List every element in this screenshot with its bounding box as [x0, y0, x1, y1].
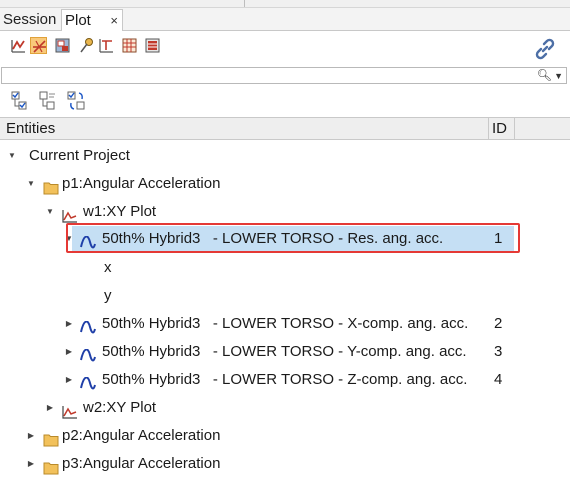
- panel-tab-strip: Session Plot ×: [0, 0, 570, 31]
- tree-node-p1[interactable]: ▼ p1:Angular Acceleration: [0, 170, 570, 198]
- tree-node-y[interactable]: y: [0, 282, 570, 310]
- column-separator[interactable]: [514, 118, 515, 139]
- measure-icon[interactable]: [98, 37, 115, 54]
- tree-toolbar: [0, 86, 570, 116]
- pin-icon[interactable]: [78, 37, 95, 54]
- tree-node-label: y: [104, 287, 112, 304]
- top-splitter[interactable]: [0, 0, 570, 8]
- tree-node-label: p2:Angular Acceleration: [62, 427, 221, 444]
- folder-icon: [43, 457, 59, 475]
- collapsed-arrow-icon[interactable]: ▶: [64, 366, 74, 394]
- collapsed-arrow-icon[interactable]: ▶: [26, 422, 36, 450]
- tab-session[interactable]: Session: [0, 9, 61, 31]
- tab-plot[interactable]: Plot ×: [61, 9, 123, 31]
- annotation-highlight-box: [66, 223, 520, 253]
- folder-icon: [43, 177, 59, 195]
- tree-node-label: 50th% Hybrid3 - LOWER TORSO - Z-comp. an…: [102, 371, 468, 388]
- header-entities[interactable]: Entities: [6, 120, 55, 137]
- reverse-check-icon[interactable]: [66, 90, 86, 112]
- curve-id: 2: [494, 315, 503, 332]
- tree-header: Entities ID: [0, 117, 570, 140]
- check-all-icon[interactable]: [10, 90, 30, 112]
- tree-node-label: p1:Angular Acceleration: [62, 175, 221, 192]
- tree-node-label: 50th% Hybrid3 - LOWER TORSO - X-comp. an…: [102, 315, 469, 332]
- expand-arrow-icon[interactable]: ▼: [45, 198, 55, 226]
- tab-session-label: Session: [3, 11, 57, 28]
- folder-icon: [43, 429, 59, 447]
- expand-arrow-icon[interactable]: ▼: [7, 142, 17, 170]
- tree-node-curve-3[interactable]: ▶ 50th% Hybrid3 - LOWER TORSO - Y-comp. …: [0, 338, 570, 366]
- search-icon[interactable]: 🔍︎: [537, 68, 552, 83]
- tree-node-label: Current Project: [29, 147, 130, 164]
- link-icon[interactable]: [533, 37, 557, 61]
- tree-node-current-project[interactable]: ▼ Current Project: [0, 142, 570, 170]
- splitter-notch: [244, 0, 245, 7]
- tree-node-label: w2:XY Plot: [83, 399, 157, 416]
- search-box: 🔍︎ ▼: [1, 67, 567, 85]
- curve-icon: [80, 317, 96, 334]
- curve-active-icon[interactable]: [30, 37, 47, 54]
- xy-plot-icon: [62, 401, 78, 419]
- plot-toolbar: [0, 31, 570, 65]
- curve-style-icon[interactable]: [10, 37, 27, 54]
- tree-node-p2[interactable]: ▶ p2:Angular Acceleration: [0, 422, 570, 450]
- column-separator[interactable]: [488, 118, 489, 139]
- search-input[interactable]: [2, 69, 538, 85]
- expand-arrow-icon[interactable]: ▼: [26, 170, 36, 198]
- collapsed-arrow-icon[interactable]: ▶: [64, 310, 74, 338]
- tree-node-label: x: [104, 259, 112, 276]
- xy-plot-icon: [62, 205, 78, 223]
- curve-icon: [80, 373, 96, 390]
- collapsed-arrow-icon[interactable]: ▶: [45, 394, 55, 422]
- close-icon[interactable]: ×: [110, 10, 118, 32]
- page-layout-icon[interactable]: [54, 37, 71, 54]
- table-icon[interactable]: [121, 37, 138, 54]
- curve-id: 4: [494, 371, 503, 388]
- header-id[interactable]: ID: [492, 120, 507, 137]
- tree-node-label: p3:Angular Acceleration: [62, 455, 221, 472]
- tree-node-p3[interactable]: ▶ p3:Angular Acceleration: [0, 450, 570, 478]
- curve-icon: [80, 345, 96, 362]
- tab-plot-label: Plot: [65, 12, 91, 29]
- chevron-down-icon[interactable]: ▼: [554, 68, 563, 84]
- tree-node-w2[interactable]: ▶ w2:XY Plot: [0, 394, 570, 422]
- report-icon[interactable]: [144, 37, 161, 54]
- curve-id: 3: [494, 343, 503, 360]
- tree-node-x[interactable]: x: [0, 254, 570, 282]
- collapsed-arrow-icon[interactable]: ▶: [26, 450, 36, 478]
- collapsed-arrow-icon[interactable]: ▶: [64, 338, 74, 366]
- tree-node-label: 50th% Hybrid3 - LOWER TORSO - Y-comp. an…: [102, 343, 467, 360]
- tree-node-curve-4[interactable]: ▶ 50th% Hybrid3 - LOWER TORSO - Z-comp. …: [0, 366, 570, 394]
- tree-node-label: w1:XY Plot: [83, 203, 157, 220]
- uncheck-all-icon[interactable]: [38, 90, 58, 112]
- tree-node-curve-2[interactable]: ▶ 50th% Hybrid3 - LOWER TORSO - X-comp. …: [0, 310, 570, 338]
- tree-node-w1[interactable]: ▼ w1:XY Plot: [0, 198, 570, 226]
